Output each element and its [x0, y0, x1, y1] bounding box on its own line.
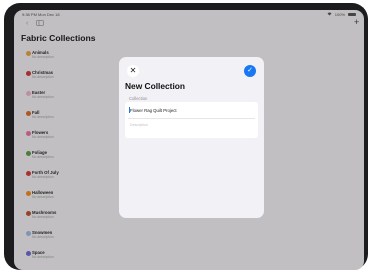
description-placeholder: Description: [130, 123, 148, 127]
checkmark-icon: ✓: [247, 67, 253, 74]
save-button[interactable]: ✓: [244, 65, 256, 77]
sheet-title: New Collection: [125, 81, 186, 91]
close-button[interactable]: ✕: [127, 65, 139, 77]
description-field[interactable]: Description: [128, 118, 255, 133]
close-icon: ✕: [129, 66, 137, 75]
new-collection-sheet: ✕ ✓ New Collection Collection Flower Rag…: [119, 57, 264, 218]
collection-form: Flower Rag Quilt Project Description: [125, 102, 258, 138]
collection-section-label: Collection: [129, 96, 148, 101]
collection-name-field[interactable]: Flower Rag Quilt Project: [128, 103, 255, 119]
screen: 9:38 PM Mon Dec 18 100% ‹ + Fabric Colle…: [14, 10, 364, 270]
collection-name-value: Flower Rag Quilt Project: [130, 108, 177, 113]
ipad-frame: 9:38 PM Mon Dec 18 100% ‹ + Fabric Colle…: [4, 3, 368, 270]
